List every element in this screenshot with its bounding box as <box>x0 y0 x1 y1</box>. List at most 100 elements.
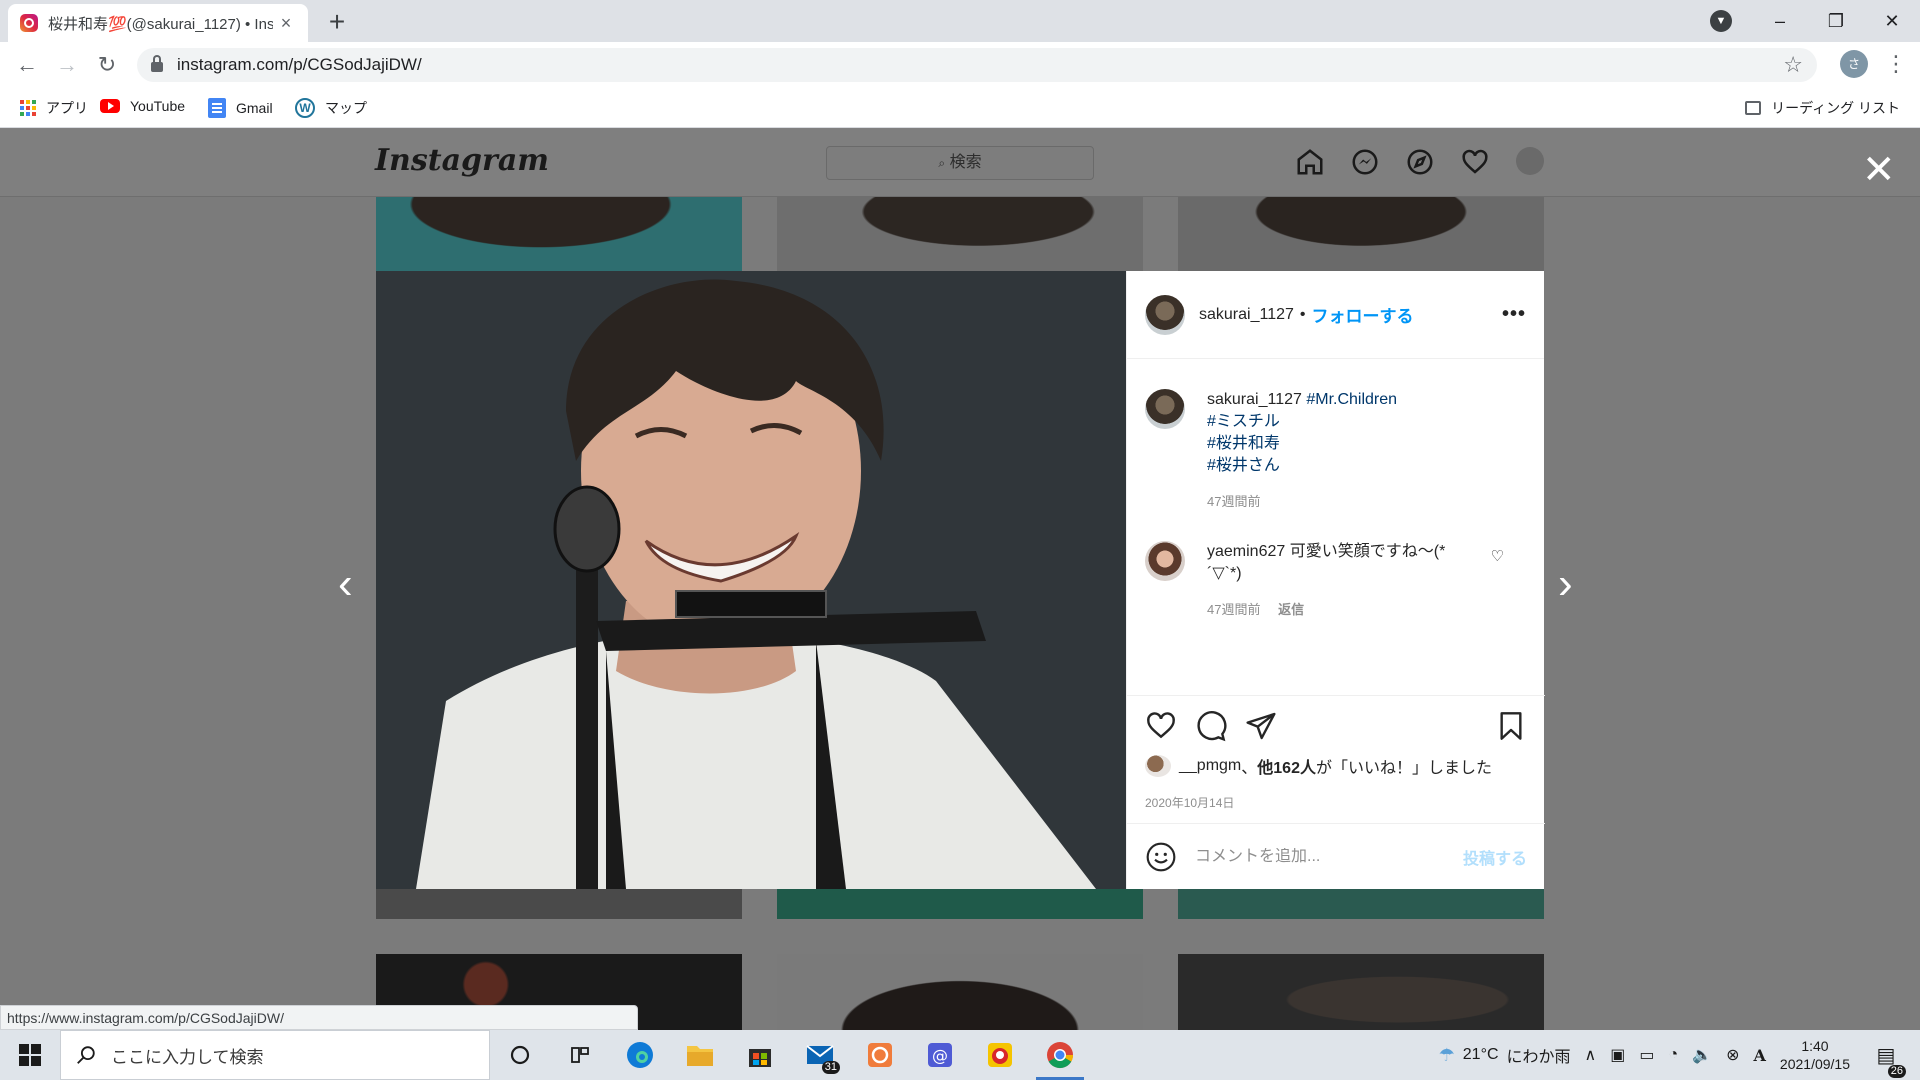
daruma-app-icon[interactable] <box>970 1030 1030 1080</box>
windows-logo-icon <box>19 1044 41 1066</box>
mail-app-icon[interactable]: 31 <box>790 1030 850 1080</box>
taskbar-clock[interactable]: 1:40 2021/09/15 <box>1780 1037 1850 1073</box>
maximize-button[interactable]: ❐ <box>1808 4 1864 38</box>
comment-like-heart-icon[interactable]: ♡ <box>1491 547 1504 565</box>
explore-compass-icon[interactable] <box>1405 147 1435 177</box>
cortana-icon[interactable] <box>490 1030 550 1080</box>
share-paper-plane-icon[interactable] <box>1245 710 1277 742</box>
activity-heart-icon[interactable] <box>1460 147 1490 177</box>
post-photo[interactable] <box>376 271 1126 889</box>
battery-icon[interactable]: ▭ <box>1639 1045 1654 1065</box>
lock-icon[interactable] <box>151 55 163 72</box>
grid-post-6[interactable] <box>1178 889 1544 919</box>
bookmark-maps[interactable]: W マップ <box>295 98 367 118</box>
ime-mode-icon[interactable]: A <box>1754 1046 1766 1065</box>
notification-center-icon[interactable]: ▤ 26 <box>1866 1043 1906 1078</box>
address-bar[interactable]: instagram.com/p/CGSodJajiDW/ ☆ <box>137 48 1817 82</box>
bookmark-apps[interactable]: アプリ <box>20 98 88 118</box>
reading-list-button[interactable]: リーディング リスト <box>1745 98 1900 118</box>
hashtag-link[interactable]: #桜井さん <box>1207 455 1397 477</box>
more-options-icon[interactable]: ••• <box>1502 303 1526 326</box>
camera-app-icon[interactable] <box>850 1030 910 1080</box>
taskbar-search-box[interactable]: ここに入力して検索 <box>60 1030 490 1080</box>
tab-search-icon[interactable]: ▼ <box>1710 10 1732 32</box>
grid-post-4[interactable] <box>376 889 742 919</box>
home-icon[interactable] <box>1295 147 1325 177</box>
network-icon[interactable]: ◔ <box>1669 1046 1679 1064</box>
weather-condition: にわか雨 <box>1506 1049 1571 1066</box>
notification-bubble-icon: ▤ <box>1876 1044 1896 1067</box>
previous-post-arrow-icon[interactable]: ‹ <box>338 559 353 609</box>
browser-tab[interactable]: 桜井和寿💯(@sakurai_1127) • Ins × <box>8 4 308 42</box>
profile-avatar-icon[interactable] <box>1516 147 1544 175</box>
caption-author-avatar[interactable] <box>1145 389 1185 429</box>
weather-widget[interactable]: ☂ 21°C にわか雨 <box>1439 1043 1571 1067</box>
forward-arrow-icon[interactable]: → <box>52 50 82 80</box>
commenter-username[interactable]: yaemin627 <box>1207 543 1285 560</box>
grid-post-1[interactable] <box>376 197 742 271</box>
at-mail-app-icon[interactable]: @ <box>910 1030 970 1080</box>
minimize-button[interactable]: – <box>1752 4 1808 38</box>
follow-button[interactable]: フォローする <box>1312 302 1414 327</box>
grid-post-8[interactable] <box>777 954 1143 1030</box>
file-explorer-icon[interactable] <box>670 1030 730 1080</box>
comment-input[interactable] <box>1195 847 1435 866</box>
emoji-smiley-icon[interactable] <box>1145 841 1177 873</box>
post-date[interactable]: 2020年10月14日 <box>1145 794 1234 811</box>
close-modal-icon[interactable]: ✕ <box>1862 150 1896 190</box>
commenter-avatar[interactable] <box>1145 541 1185 581</box>
post-comment-button[interactable]: 投稿する <box>1463 845 1527 869</box>
like-heart-icon[interactable] <box>1145 710 1177 742</box>
next-post-arrow-icon[interactable]: › <box>1558 559 1573 609</box>
browser-menu-icon[interactable]: ⋮ <box>1885 50 1907 78</box>
grid-post-2[interactable] <box>777 197 1143 271</box>
reload-icon[interactable]: ↻ <box>92 50 122 80</box>
grid-post-5[interactable] <box>777 889 1143 919</box>
tab-close-icon[interactable]: × <box>276 13 296 34</box>
bookmark-star-icon[interactable]: ☆ <box>1783 52 1803 78</box>
svg-text:@: @ <box>932 1046 948 1065</box>
mute-status-icon[interactable]: ⊗ <box>1726 1045 1739 1065</box>
author-avatar[interactable] <box>1145 294 1185 335</box>
bookmark-gmail[interactable]: Gmail <box>208 98 273 118</box>
search-placeholder: 検索 <box>949 154 982 171</box>
caption-timestamp[interactable]: 47週間前 <box>1207 491 1397 513</box>
header-separator: • <box>1299 305 1306 323</box>
grid-post-3[interactable] <box>1178 197 1544 271</box>
edge-browser-icon[interactable] <box>610 1030 670 1080</box>
hashtag-link[interactable]: #Mr.Children <box>1306 391 1397 408</box>
save-bookmark-icon[interactable] <box>1495 710 1527 742</box>
likes-summary[interactable]: __pmgm 、 他162人 が「いいね！」しました <box>1145 754 1492 778</box>
author-username[interactable]: sakurai_1127 <box>1199 306 1294 324</box>
instagram-search-input[interactable]: ⌕ 検索 <box>826 146 1094 180</box>
hashtag-link[interactable]: #ミスチル <box>1207 411 1397 433</box>
apps-grid-icon <box>20 100 36 116</box>
volume-icon[interactable]: 🔈 <box>1692 1045 1712 1065</box>
close-window-button[interactable]: ✕ <box>1864 4 1920 38</box>
bookmark-label: マップ <box>325 100 367 116</box>
show-hidden-icons-chevron-icon[interactable]: ∧ <box>1585 1045 1597 1065</box>
likes-count[interactable]: 他162人 <box>1257 754 1316 778</box>
caption-username[interactable]: sakurai_1127 <box>1207 391 1302 408</box>
task-view-icon[interactable] <box>550 1030 610 1080</box>
search-icon: ⌕ <box>938 156 946 170</box>
comment-bubble-icon[interactable] <box>1195 710 1227 742</box>
post-sidebar: sakurai_1127 • フォローする ••• sakurai_1127 #… <box>1126 271 1545 889</box>
microsoft-store-icon[interactable] <box>730 1030 790 1080</box>
grid-post-9[interactable] <box>1178 954 1544 1030</box>
start-button[interactable] <box>0 1030 60 1080</box>
profile-avatar[interactable]: さ <box>1840 50 1868 78</box>
reply-button[interactable]: 返信 <box>1278 602 1304 617</box>
chrome-browser-icon[interactable] <box>1030 1030 1090 1080</box>
instagram-logo[interactable]: Instagram <box>375 143 549 178</box>
post-thumbnail <box>1178 954 1544 1030</box>
url-text[interactable]: instagram.com/p/CGSodJajiDW/ <box>177 55 422 75</box>
hashtag-link[interactable]: #桜井和寿 <box>1207 433 1397 455</box>
back-arrow-icon[interactable]: ← <box>12 50 42 80</box>
liker-username[interactable]: __pmgm <box>1179 757 1241 775</box>
comment-timestamp[interactable]: 47週間前 <box>1207 602 1260 617</box>
meet-now-icon[interactable]: ▣ <box>1610 1045 1625 1065</box>
messenger-icon[interactable] <box>1350 147 1380 177</box>
bookmark-youtube[interactable]: YouTube <box>100 98 185 114</box>
new-tab-button[interactable]: + <box>322 6 352 38</box>
